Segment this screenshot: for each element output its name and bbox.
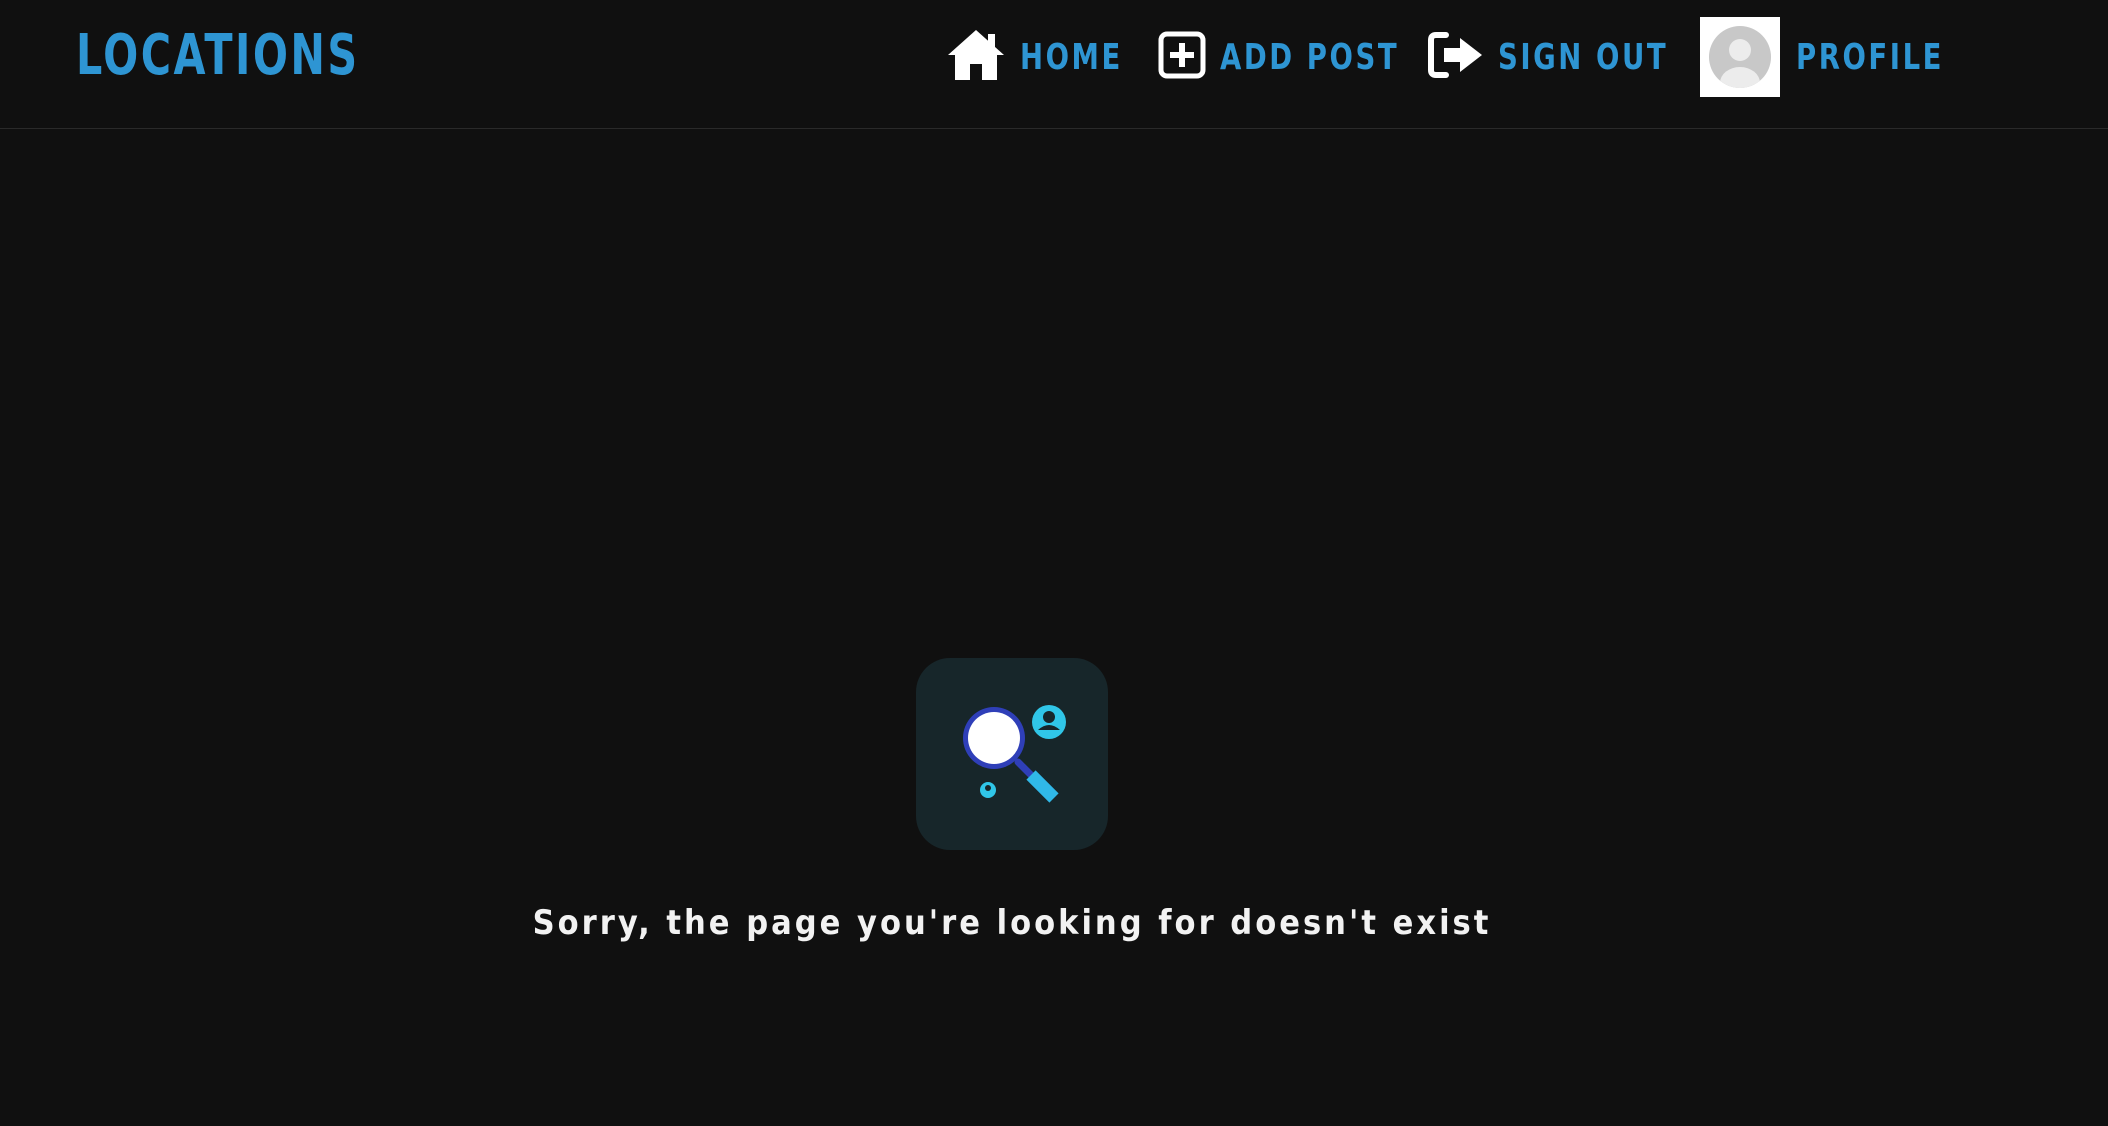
- nav-home-label: HOME: [1020, 36, 1123, 78]
- house-icon: [946, 28, 1006, 86]
- nav-add-post-label: ADD POST: [1220, 36, 1400, 78]
- brand-logo-link[interactable]: LOCATIONS: [76, 22, 360, 90]
- nav-add-post-link[interactable]: ADD POST: [1158, 17, 1431, 97]
- nav-sign-out-link[interactable]: SIGN OUT: [1428, 17, 1698, 97]
- not-found-message: Sorry, the page you're looking for doesn…: [532, 903, 1492, 943]
- sign-out-icon: [1428, 30, 1484, 84]
- top-navbar: LOCATIONS HOME ADD POST SIGN OUT PROFILE: [0, 0, 2108, 129]
- nav-sign-out-label: SIGN OUT: [1498, 36, 1669, 78]
- nav-profile-link[interactable]: PROFILE: [1700, 17, 1970, 97]
- nav-profile-label: PROFILE: [1796, 36, 1945, 78]
- avatar[interactable]: [1700, 17, 1780, 97]
- plus-square-icon: [1158, 30, 1206, 84]
- magnifying-glass-search-icon: [916, 658, 1108, 850]
- nav-home-link[interactable]: HOME: [946, 17, 1141, 97]
- avatar-placeholder-icon: [1709, 26, 1771, 88]
